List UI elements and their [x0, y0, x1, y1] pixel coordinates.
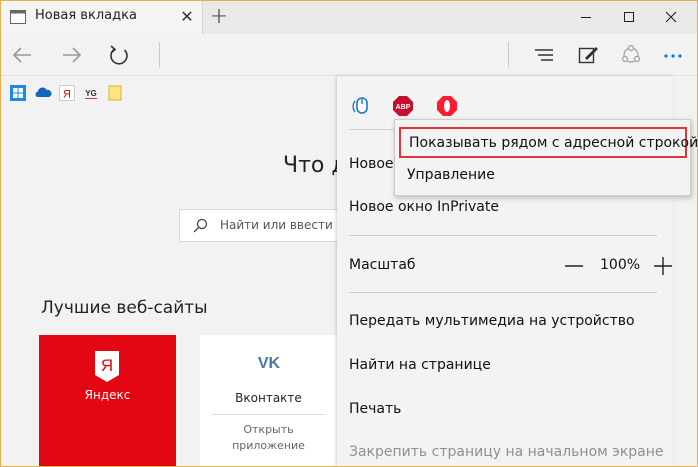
- share-icon[interactable]: [615, 40, 647, 70]
- yandex-logo-icon: Я: [95, 351, 119, 382]
- tab-page-icon: [10, 10, 26, 24]
- mouse-gesture-icon[interactable]: [351, 95, 373, 117]
- yandex-logo-text: Я: [101, 356, 113, 375]
- menu-cast-media[interactable]: Передать мультимедиа на устройство: [349, 313, 635, 329]
- folder-icon[interactable]: [107, 85, 123, 101]
- minimize-icon[interactable]: [568, 1, 604, 34]
- menu-separator: [349, 235, 657, 236]
- menu-print[interactable]: Печать: [349, 401, 401, 417]
- manage-extension-option[interactable]: Управление: [407, 167, 495, 183]
- nav-separator: [159, 42, 160, 68]
- tile-yandex[interactable]: Я Яндекс: [39, 335, 176, 466]
- yg-icon[interactable]: YG: [83, 85, 99, 101]
- refresh-icon[interactable]: [103, 40, 135, 70]
- show-next-to-address-bar-label: Показывать рядом с адресной строкой: [409, 135, 698, 151]
- zoom-out-button[interactable]: [563, 255, 585, 277]
- open-app-link[interactable]: Открыть приложение: [200, 422, 337, 454]
- tab-close-icon[interactable]: ✕: [178, 6, 196, 28]
- tab-title: Новая вкладка: [35, 8, 137, 23]
- close-icon[interactable]: [653, 1, 689, 34]
- maximize-icon[interactable]: [611, 1, 647, 34]
- yandex-icon[interactable]: Я: [59, 85, 75, 101]
- adblock-plus-icon[interactable]: ABP: [392, 95, 414, 117]
- web-note-icon[interactable]: [572, 40, 604, 70]
- title-bar: Новая вкладка ✕ +: [1, 1, 697, 34]
- extension-context-popup: Показывать рядом с адресной строкой Упра…: [394, 119, 697, 196]
- onedrive-icon[interactable]: [34, 85, 52, 101]
- vk-logo-icon: VK: [258, 355, 281, 372]
- menu-zoom-label: Масштаб: [349, 257, 416, 273]
- search-icon: [193, 218, 208, 233]
- forward-arrow-icon[interactable]: [55, 40, 87, 70]
- fav-yg-text: YG: [85, 89, 97, 98]
- show-next-to-address-bar-option[interactable]: Показывать рядом с адресной строкой: [399, 127, 697, 158]
- hub-icon[interactable]: [528, 40, 560, 70]
- menu-find-on-page[interactable]: Найти на странице: [349, 357, 491, 373]
- browser-window: Новая вкладка ✕ + Я YG Что д Найти или в…: [0, 0, 698, 467]
- menu-new-window[interactable]: Новое: [349, 156, 394, 172]
- back-arrow-icon[interactable]: [7, 40, 39, 70]
- more-icon[interactable]: [657, 40, 689, 70]
- nav-separator: [508, 42, 509, 68]
- search-placeholder: Найти или ввести в: [220, 218, 344, 232]
- fav-ya-text: Я: [63, 89, 71, 101]
- opera-icon[interactable]: [436, 95, 458, 117]
- zoom-in-button[interactable]: [652, 255, 674, 277]
- tile-vkontakte[interactable]: VK Вконтакте Открыть приложение: [200, 335, 337, 466]
- menu-separator: [349, 292, 657, 293]
- tile-vkontakte-label: Вконтакте: [235, 391, 302, 405]
- top-sites-title: Лучшие веб-сайты: [41, 298, 208, 318]
- vk-logo-text: VK: [258, 355, 281, 372]
- navigation-bar: [1, 34, 697, 76]
- abp-text: ABP: [396, 104, 411, 111]
- menu-new-inprivate-window[interactable]: Новое окно InPrivate: [349, 199, 499, 215]
- tile-divider: [212, 414, 325, 415]
- new-tab-button[interactable]: +: [206, 5, 232, 29]
- menu-pin-to-start: Закрепить страницу на начальном экране: [349, 444, 664, 460]
- windows-icon[interactable]: [10, 85, 26, 101]
- tile-yandex-label: Яндекс: [84, 388, 131, 402]
- zoom-value: 100%: [600, 257, 641, 273]
- tab-new-tab[interactable]: Новая вкладка ✕: [1, 1, 203, 34]
